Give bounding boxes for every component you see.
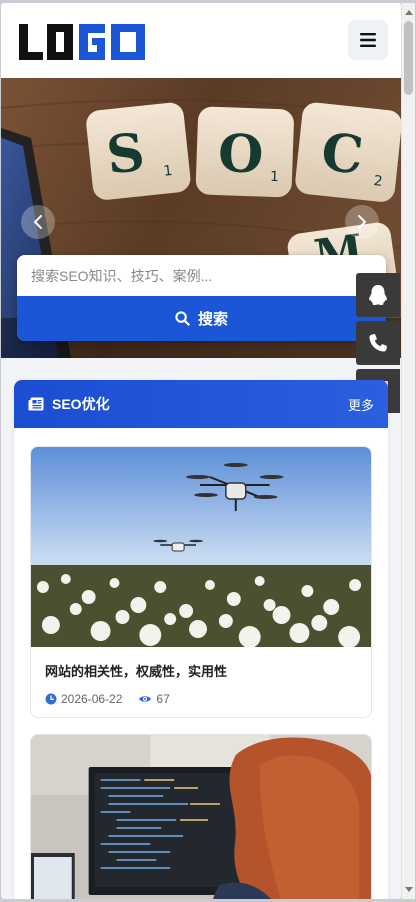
search-button[interactable]: 搜索 <box>17 296 386 341</box>
chevron-left-icon <box>34 215 42 229</box>
clock-icon <box>45 693 57 705</box>
svg-text:2: 2 <box>373 173 384 190</box>
svg-text:1: 1 <box>163 163 174 180</box>
svg-text:O: O <box>217 123 264 186</box>
article-views: 67 <box>156 692 170 706</box>
section-title: SEO优化 <box>52 396 110 412</box>
article-image <box>31 735 371 899</box>
article-title[interactable]: 网站的相关性，权威性，实用性 <box>31 647 371 680</box>
newspaper-icon <box>28 397 44 411</box>
qq-contact-button[interactable] <box>356 273 400 317</box>
search-icon <box>175 311 190 326</box>
page-frame: S 1 O 1 C 2 M 搜索SEO知识、技巧、案例... 搜索 SEO优化 … <box>1 3 401 899</box>
phone-icon <box>369 334 387 352</box>
svg-text:C: C <box>319 122 367 187</box>
search-box: 搜索 <box>17 255 386 341</box>
scroll-thumb[interactable] <box>404 21 413 95</box>
article-card[interactable] <box>30 734 372 899</box>
article-image <box>31 447 371 647</box>
chevron-right-icon <box>358 215 366 229</box>
hero-banner: S 1 O 1 C 2 M 搜索SEO知识、技巧、案例... 搜索 <box>1 78 401 358</box>
scroll-up-arrow-icon[interactable] <box>405 10 413 15</box>
search-input[interactable] <box>17 255 386 296</box>
eye-icon <box>139 696 152 702</box>
site-logo[interactable] <box>17 22 147 62</box>
search-button-label: 搜索 <box>197 311 228 328</box>
article-card[interactable]: 网站的相关性，权威性，实用性 2026-06-22 67 <box>30 446 372 718</box>
article-meta: 2026-06-22 67 <box>31 680 371 706</box>
scroll-down-arrow-icon[interactable] <box>405 887 413 892</box>
svg-text:S: S <box>104 122 148 187</box>
site-header <box>1 3 401 78</box>
section-header: SEO优化 更多 <box>14 380 388 428</box>
hamburger-menu-icon <box>360 33 376 47</box>
more-link[interactable]: 更多 <box>348 395 374 414</box>
seo-section: SEO优化 更多 网站的相关性，权威性，实用性 2026-06-22 67 <box>14 380 388 899</box>
banner-next-button[interactable] <box>345 205 379 239</box>
phone-contact-button[interactable] <box>356 321 400 365</box>
page-scrollbar[interactable] <box>401 3 415 899</box>
banner-prev-button[interactable] <box>21 205 55 239</box>
qq-penguin-icon <box>369 285 387 305</box>
article-date: 2026-06-22 <box>61 692 123 706</box>
svg-text:1: 1 <box>270 169 279 185</box>
menu-button[interactable] <box>348 20 388 60</box>
